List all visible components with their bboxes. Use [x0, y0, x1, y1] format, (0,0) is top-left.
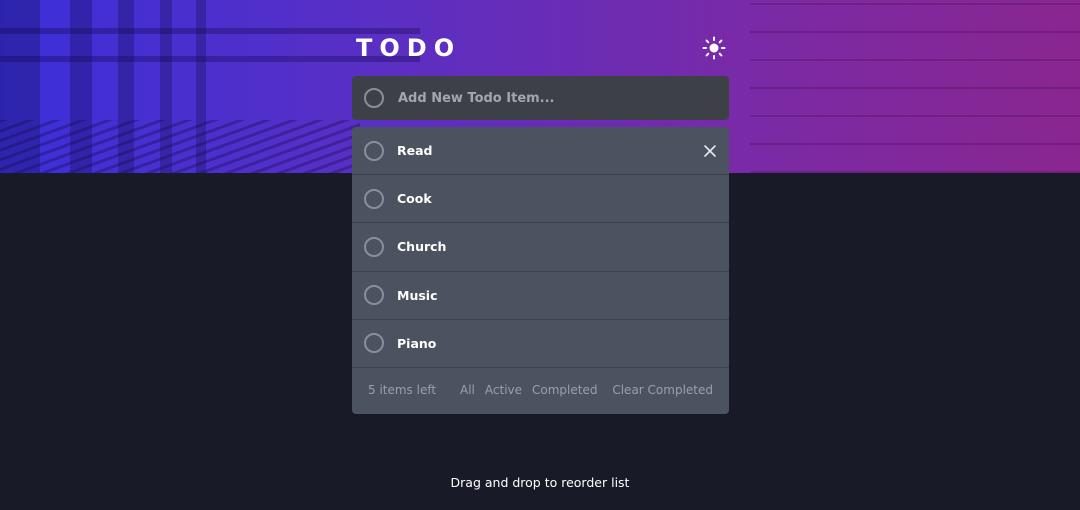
close-icon[interactable]	[703, 143, 717, 157]
new-todo-input[interactable]	[398, 90, 698, 106]
theme-toggle-button[interactable]	[702, 36, 726, 60]
new-todo-bar	[352, 76, 729, 120]
items-left-count: 5 items left	[368, 383, 437, 398]
app-title: TODO	[356, 34, 462, 62]
list-item[interactable]: Cook	[352, 175, 729, 224]
todo-checkbox[interactable]	[364, 333, 384, 354]
new-todo-checkbox[interactable]	[364, 88, 384, 108]
todo-label: Cook	[397, 191, 432, 207]
todo-label: Piano	[397, 335, 437, 351]
list-item[interactable]: Church	[352, 223, 729, 272]
drag-hint: Drag and drop to reorder list	[450, 475, 630, 490]
filter-group: All Active Completed	[460, 383, 597, 397]
sun-icon	[702, 36, 726, 60]
todo-checkbox[interactable]	[364, 140, 384, 161]
list-item[interactable]: Read	[352, 127, 729, 176]
todo-label: Read	[397, 143, 433, 159]
filter-active[interactable]: Active	[485, 383, 522, 397]
filter-completed[interactable]: Completed	[532, 383, 597, 397]
list-item[interactable]: Piano	[352, 320, 729, 368]
todo-checkbox[interactable]	[364, 236, 384, 257]
list-footer: 5 items left All Active Completed Clear …	[352, 368, 729, 413]
todo-list: Read Cook Church Music Piano 5 items lef…	[352, 127, 729, 414]
filter-all[interactable]: All	[460, 383, 475, 397]
todo-label: Music	[397, 287, 438, 303]
clear-completed-button[interactable]: Clear Completed	[612, 383, 713, 397]
list-item[interactable]: Music	[352, 272, 729, 320]
todo-checkbox[interactable]	[364, 285, 384, 306]
todo-checkbox[interactable]	[364, 188, 384, 209]
todo-label: Church	[397, 239, 447, 255]
